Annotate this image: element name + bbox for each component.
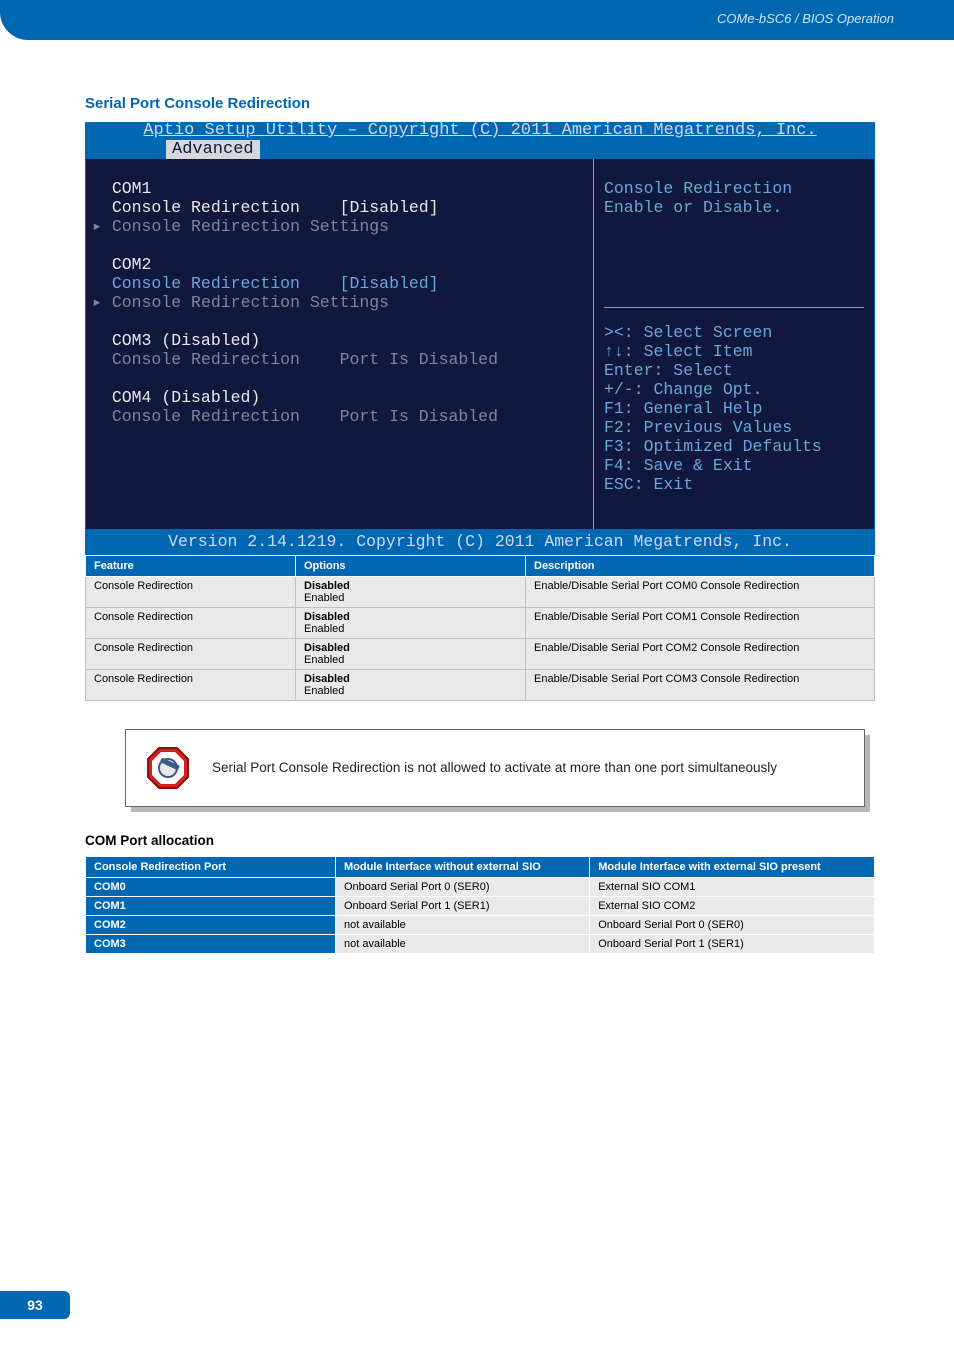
com1-console-redirection[interactable]: Console Redirection (112, 198, 300, 217)
alloc-th-ext: Module Interface with external SIO prese… (590, 857, 875, 878)
alloc-th-port: Console Redirection Port (86, 857, 336, 878)
page-content: Serial Port Console Redirection Aptio Se… (0, 40, 954, 954)
options-table: Feature Options Description Console Redi… (85, 555, 875, 701)
com2-cr-value[interactable]: [Disabled] (340, 274, 439, 293)
alloc-table: Console Redirection Port Module Interfac… (85, 856, 875, 954)
table-row: COM0 Onboard Serial Port 0 (SER0) Extern… (86, 878, 875, 897)
options-th-options: Options (296, 556, 526, 577)
table-row: Console Redirection DisabledEnabled Enab… (86, 639, 875, 670)
table-row: Console Redirection DisabledEnabled Enab… (86, 608, 875, 639)
cell-noext: Onboard Serial Port 0 (SER0) (336, 878, 590, 897)
header-band: COMe-bSC6 / BIOS Operation (0, 0, 954, 40)
cell-port: COM0 (86, 878, 336, 897)
bios-key-hint: Enter: Select (604, 361, 864, 380)
bios-title: Aptio Setup Utility – Copyright (C) 2011… (86, 122, 874, 140)
com3-console-redirection: Console Redirection (112, 350, 300, 369)
cell-options: DisabledEnabled (296, 670, 526, 701)
cell-feature: Console Redirection (86, 577, 296, 608)
table-row: Console Redirection DisabledEnabled Enab… (86, 670, 875, 701)
options-th-feature: Feature (86, 556, 296, 577)
bios-key-hint: +/-: Change Opt. (604, 380, 864, 399)
bios-screenshot: Aptio Setup Utility – Copyright (C) 2011… (85, 122, 875, 529)
cell-description: Enable/Disable Serial Port COM3 Console … (526, 670, 875, 701)
cell-options: DisabledEnabled (296, 577, 526, 608)
cell-ext: External SIO COM2 (590, 897, 875, 916)
cell-port: COM1 (86, 897, 336, 916)
table-row: COM1 Onboard Serial Port 1 (SER1) Extern… (86, 897, 875, 916)
cell-feature: Console Redirection (86, 670, 296, 701)
cell-description: Enable/Disable Serial Port COM0 Console … (526, 577, 875, 608)
com2-console-redirection[interactable]: Console Redirection (112, 274, 300, 293)
cell-port: COM2 (86, 916, 336, 935)
table-row: COM2 not available Onboard Serial Port 0… (86, 916, 875, 935)
com1-cr-value[interactable]: [Disabled] (340, 198, 439, 217)
bios-right-panel: Console Redirection Enable or Disable. >… (594, 159, 874, 529)
section-title: Serial Port Console Redirection (85, 95, 894, 112)
cell-options: DisabledEnabled (296, 639, 526, 670)
cell-feature: Console Redirection (86, 608, 296, 639)
bios-key-hint: ESC: Exit (604, 475, 864, 494)
bios-key-hint: ><: Select Screen (604, 323, 864, 342)
bios-footer: Version 2.14.1219. Copyright (C) 2011 Am… (85, 529, 875, 555)
com1-cr-settings[interactable]: Console Redirection Settings (112, 217, 389, 236)
alloc-th-noext: Module Interface without external SIO (336, 857, 590, 878)
note-box: Serial Port Console Redirection is not a… (125, 729, 865, 807)
bios-key-hint: F1: General Help (604, 399, 864, 418)
cell-description: Enable/Disable Serial Port COM1 Console … (526, 608, 875, 639)
bios-key-hint: F4: Save & Exit (604, 456, 864, 475)
alloc-title: COM Port allocation (85, 833, 894, 848)
com3-cr-value: Port Is Disabled (340, 350, 498, 369)
cell-ext: External SIO COM1 (590, 878, 875, 897)
cell-noext: not available (336, 935, 590, 954)
bios-tab-advanced[interactable]: Advanced (166, 140, 260, 159)
cell-feature: Console Redirection (86, 639, 296, 670)
cell-ext: Onboard Serial Port 0 (SER0) (590, 916, 875, 935)
com2-label: COM2 (112, 255, 152, 274)
com2-cr-settings[interactable]: Console Redirection Settings (112, 293, 389, 312)
cell-noext: not available (336, 916, 590, 935)
page-number: 93 (0, 1291, 70, 1319)
com4-console-redirection: Console Redirection (112, 407, 300, 426)
options-th-description: Description (526, 556, 875, 577)
bios-key-hint: F2: Previous Values (604, 418, 864, 437)
table-row: Console Redirection DisabledEnabled Enab… (86, 577, 875, 608)
com4-cr-value: Port Is Disabled (340, 407, 498, 426)
bios-key-hint: ↑↓: Select Item (604, 342, 864, 361)
cell-options: DisabledEnabled (296, 608, 526, 639)
com4-label: COM4 (Disabled) (112, 388, 261, 407)
com3-label: COM3 (Disabled) (112, 331, 261, 350)
cell-port: COM3 (86, 935, 336, 954)
bios-help-text: Console Redirection Enable or Disable. (604, 179, 864, 217)
note-text: Serial Port Console Redirection is not a… (212, 758, 777, 778)
cell-ext: Onboard Serial Port 1 (SER1) (590, 935, 875, 954)
bios-key-hint: F3: Optimized Defaults (604, 437, 864, 456)
table-row: COM3 not available Onboard Serial Port 1… (86, 935, 875, 954)
cell-description: Enable/Disable Serial Port COM2 Console … (526, 639, 875, 670)
stop-icon (146, 746, 190, 790)
breadcrumb: COMe-bSC6 / BIOS Operation (717, 11, 894, 26)
cell-noext: Onboard Serial Port 1 (SER1) (336, 897, 590, 916)
com1-label: COM1 (112, 179, 152, 198)
bios-left-panel: COM1 Console Redirection [Disabled] ▸ Co… (86, 159, 594, 529)
